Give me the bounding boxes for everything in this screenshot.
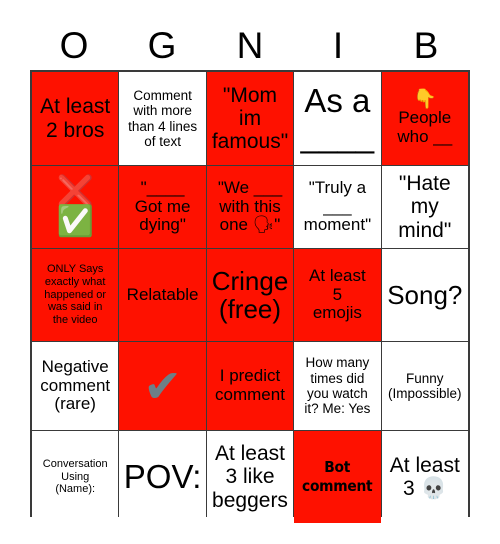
bingo-header-letter-2: N xyxy=(236,25,264,66)
bingo-cell-r1-c1[interactable]: At least 2 bros xyxy=(32,72,119,165)
bingo-cell-text: Comment with more than 4 lines of text xyxy=(128,87,198,149)
bingo-cell-text: Funny (Impossible) xyxy=(388,370,462,401)
bingo-cell-r5-c2[interactable]: POV: xyxy=(119,431,206,523)
bingo-header-letters: OGNIB xyxy=(30,22,470,70)
bingo-cell-text: "We ___ with this one 🗣" xyxy=(217,177,283,235)
bingo-cell-text: "Hate my mind" xyxy=(398,172,452,242)
bingo-cell-r2-c2[interactable]: "____ Got me dying" xyxy=(119,166,206,248)
bingo-cell-text: At least 5 emojis xyxy=(309,265,366,323)
bingo-cell-text: At least 2 bros xyxy=(40,95,111,142)
bingo-cell-r2-c5[interactable]: "Hate my mind" xyxy=(381,166,468,248)
bingo-cell-r3-c2[interactable]: Relatable xyxy=(119,249,206,341)
bingo-cell-text: People who __ xyxy=(397,108,453,146)
cross-mark-emoji: ❌ xyxy=(56,174,94,209)
bingo-grid: At least 2 bros Comment with more than 4 … xyxy=(30,70,470,523)
bingo-cell-text: "____ Got me dying" xyxy=(134,177,191,235)
bingo-cell-text: Bot comment xyxy=(302,458,373,495)
backhand-index-pointing-down-emoji: 👇 xyxy=(412,88,437,111)
bingo-cell-r1-c5[interactable]: 👇 People who __ xyxy=(381,72,468,165)
bingo-cell-r1-c3[interactable]: "Mom im famous" xyxy=(206,72,294,165)
bingo-header-letter-0: O xyxy=(59,25,89,66)
bingo-cell-r1-c2[interactable]: Comment with more than 4 lines of text xyxy=(119,72,206,165)
bingo-cell-text: POV: xyxy=(123,457,202,495)
bingo-cell-r5-c3[interactable]: At least 3 like beggers xyxy=(206,431,294,523)
bingo-cell-text: "Mom im famous" xyxy=(211,83,289,154)
bingo-cell-r5-c1[interactable]: Conversation Using (Name): xyxy=(32,431,119,523)
check-mark-button-emoji: ✅ xyxy=(56,204,94,239)
bingo-cell-text: As a ____ xyxy=(300,81,375,154)
bingo-cell-r2-c3[interactable]: "We ___ with this one 🗣" xyxy=(206,166,294,248)
bingo-header-letter-3: I xyxy=(332,25,344,66)
bingo-cell-r3-c1[interactable]: ONLY Says exactly what happened or was s… xyxy=(32,249,119,341)
bingo-cell-text: ONLY Says exactly what happened or was s… xyxy=(44,262,107,327)
bingo-cell-text: Song? xyxy=(387,279,463,310)
bingo-cell-text: At least 3 💀 xyxy=(389,453,460,500)
bingo-cell-r4-c4[interactable]: How many times did you watch it? Me: Yes xyxy=(294,342,381,430)
bingo-cell-r4-c5[interactable]: Funny (Impossible) xyxy=(381,342,468,430)
bingo-cell-r2-c4[interactable]: "Truly a ___ moment" xyxy=(294,166,381,248)
bingo-cell-r3-c5[interactable]: Song? xyxy=(381,249,468,341)
bingo-card: O G N I B At least 2 bros Comment with more t… xyxy=(0,0,500,544)
bingo-cell-text: "Truly a ___ moment" xyxy=(303,177,372,235)
bingo-cell-r5-c5[interactable]: At least 3 💀 xyxy=(381,431,468,523)
bingo-cell-r4-c1[interactable]: Negative comment (rare) xyxy=(32,342,119,430)
bingo-header-letter-1: G xyxy=(147,25,177,66)
bingo-cell-r2-c1[interactable]: ❌ ✅ xyxy=(32,166,119,248)
bingo-cell-r4-c2[interactable]: ✔ xyxy=(119,342,206,430)
bingo-cell-text: How many times did you watch it? Me: Yes xyxy=(304,355,371,417)
bingo-cell-text: Negative comment (rare) xyxy=(40,356,111,414)
bingo-cell-r5-c4[interactable]: Bot comment xyxy=(294,431,381,523)
bingo-cell-r3-c4[interactable]: At least 5 emojis xyxy=(294,249,381,341)
bingo-cell-text: Cringe (free) xyxy=(211,265,289,324)
emoji-stack: ❌ ✅ xyxy=(57,177,94,237)
bingo-cell-r1-c4[interactable]: As a ____ xyxy=(294,72,381,165)
bingo-cell-text: Relatable xyxy=(126,284,199,304)
bingo-cell-text: Conversation Using (Name): xyxy=(42,457,108,496)
bingo-header-letter-4: B xyxy=(413,25,439,66)
bingo-cell-text: At least 3 like beggers xyxy=(212,442,288,512)
bingo-cell-r4-c3[interactable]: I predict comment xyxy=(206,342,294,430)
bingo-cell-text: I predict comment xyxy=(215,366,285,404)
bingo-cell-r3-c3[interactable]: Cringe (free) xyxy=(206,249,294,341)
heavy-check-mark-emoji: ✔ xyxy=(143,359,182,413)
